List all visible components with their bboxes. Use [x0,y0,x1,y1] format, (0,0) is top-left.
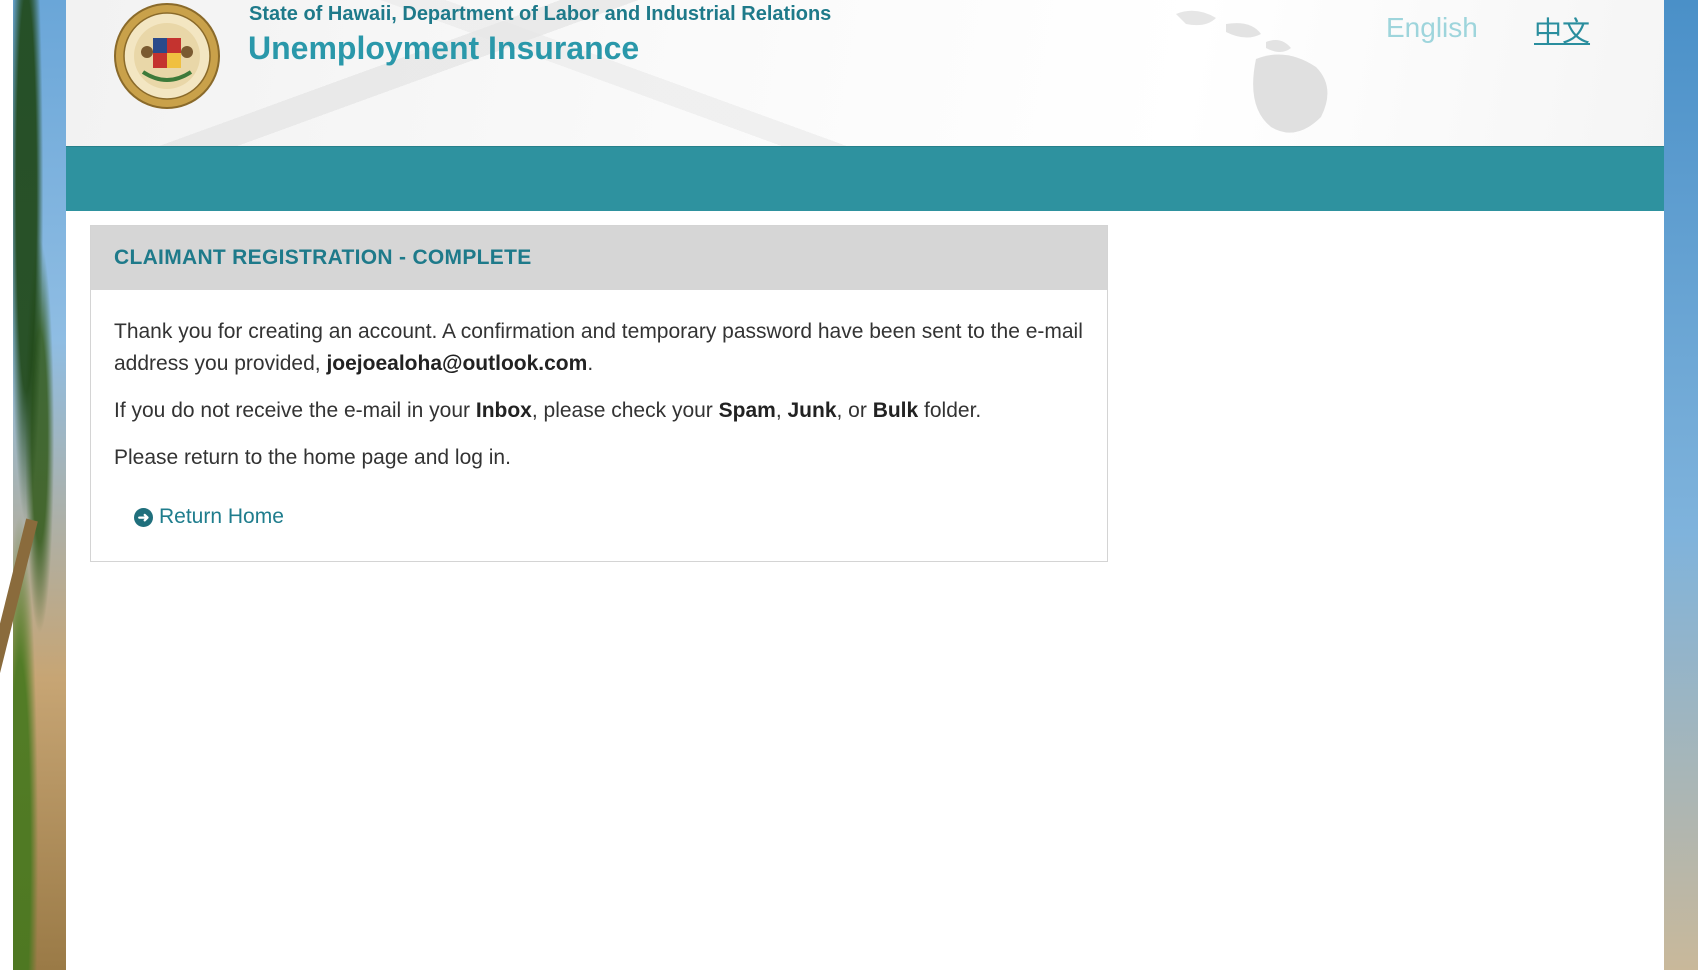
org-name: State of Hawaii, Department of Labor and… [249,3,832,25]
inbox-label: Inbox [475,399,532,422]
hawaii-islands-watermark [1176,10,1328,133]
background-palm-image [0,0,66,970]
comma-separator: , [775,399,788,422]
confirmation-text: Thank you for creating an account. A con… [114,320,1083,375]
spam-notice-start: If you do not receive the e-mail in your [114,399,476,422]
confirmation-message: Thank you for creating an account. A con… [114,316,1084,380]
email-address: joejoealoha@outlook.com [326,352,588,375]
panel-heading: CLAIMANT REGISTRATION - COMPLETE [91,226,1107,290]
language-chinese-link[interactable]: 中文 [1534,10,1590,50]
registration-complete-panel: CLAIMANT REGISTRATION - COMPLETE Thank y… [90,225,1108,562]
return-instruction: Please return to the home page and log i… [114,446,511,469]
junk-label: Junk [787,399,837,422]
return-home-label: Return Home [159,505,284,528]
state-seal-icon [114,3,220,109]
page-container: State of Hawaii, Department of Labor and… [66,0,1664,970]
arrow-circle-right-icon: ➜ [134,507,153,527]
site-header: State of Hawaii, Department of Labor and… [66,0,1664,146]
site-title: Unemployment Insurance [248,30,640,66]
bulk-label: Bulk [872,399,919,422]
nav-bar [66,146,1664,211]
browser-viewport: State of Hawaii, Department of Labor and… [0,0,1708,970]
left-edge [0,0,13,970]
panel-body: Thank you for creating an account. A con… [91,290,1107,561]
spam-notice-or: , or [836,399,873,422]
language-english-link[interactable]: English [1386,12,1478,44]
return-home-link[interactable]: ➜ Return Home [134,501,284,533]
spam-notice: If you do not receive the e-mail in your… [114,395,1084,427]
background-sky-image [1664,0,1708,970]
spam-label: Spam [718,399,776,422]
confirmation-period: . [587,352,594,375]
spam-notice-mid: , please check your [531,399,719,422]
spam-notice-end: folder. [918,399,982,422]
right-edge [1698,0,1708,970]
